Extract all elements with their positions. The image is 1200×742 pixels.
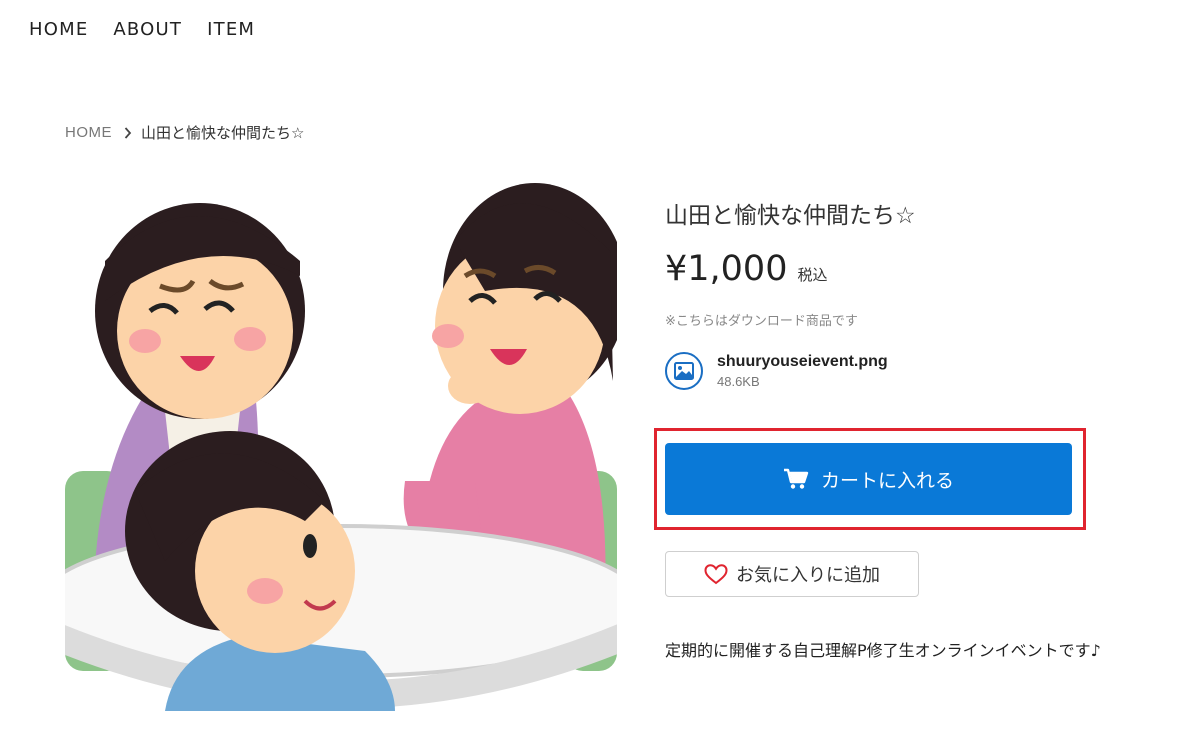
tax-label: 税込 [797, 267, 828, 284]
image-icon [665, 352, 703, 390]
nav-home[interactable]: HOME [29, 19, 88, 40]
nav-about[interactable]: ABOUT [113, 19, 182, 40]
add-to-favorites-button[interactable]: お気に入りに追加 [665, 551, 919, 597]
breadcrumb-home[interactable]: HOME [65, 124, 112, 141]
nav-item[interactable]: ITEM [207, 19, 255, 40]
product-image [65, 181, 617, 711]
add-to-cart-label: カートに入れる [820, 469, 954, 492]
cart-icon [783, 468, 809, 490]
download-note: ※こちらはダウンロード商品です [665, 313, 858, 328]
price: ¥1,000 税込 [665, 249, 827, 289]
chevron-right-icon [124, 126, 132, 139]
add-to-cart-button[interactable]: カートに入れる [665, 443, 1072, 515]
breadcrumb: HOME 山田と愉快な仲間たち☆ [65, 122, 304, 143]
file-name: shuuryouseievent.png [717, 353, 888, 370]
download-file: shuuryouseievent.png 48.6KB [665, 352, 888, 390]
breadcrumb-current: 山田と愉快な仲間たち☆ [141, 125, 305, 142]
top-nav: HOME ABOUT ITEM [29, 19, 255, 40]
file-size: 48.6KB [717, 374, 760, 389]
product-description: 定期的に開催する自己理解P修了生オンラインイベントです♪ [665, 641, 1101, 660]
file-info: shuuryouseievent.png 48.6KB [717, 353, 888, 389]
heart-icon [704, 563, 728, 585]
product-title: 山田と愉快な仲間たち☆ [665, 203, 916, 229]
price-amount: ¥1,000 [665, 249, 788, 289]
add-to-favorites-label: お気に入りに追加 [736, 565, 880, 586]
